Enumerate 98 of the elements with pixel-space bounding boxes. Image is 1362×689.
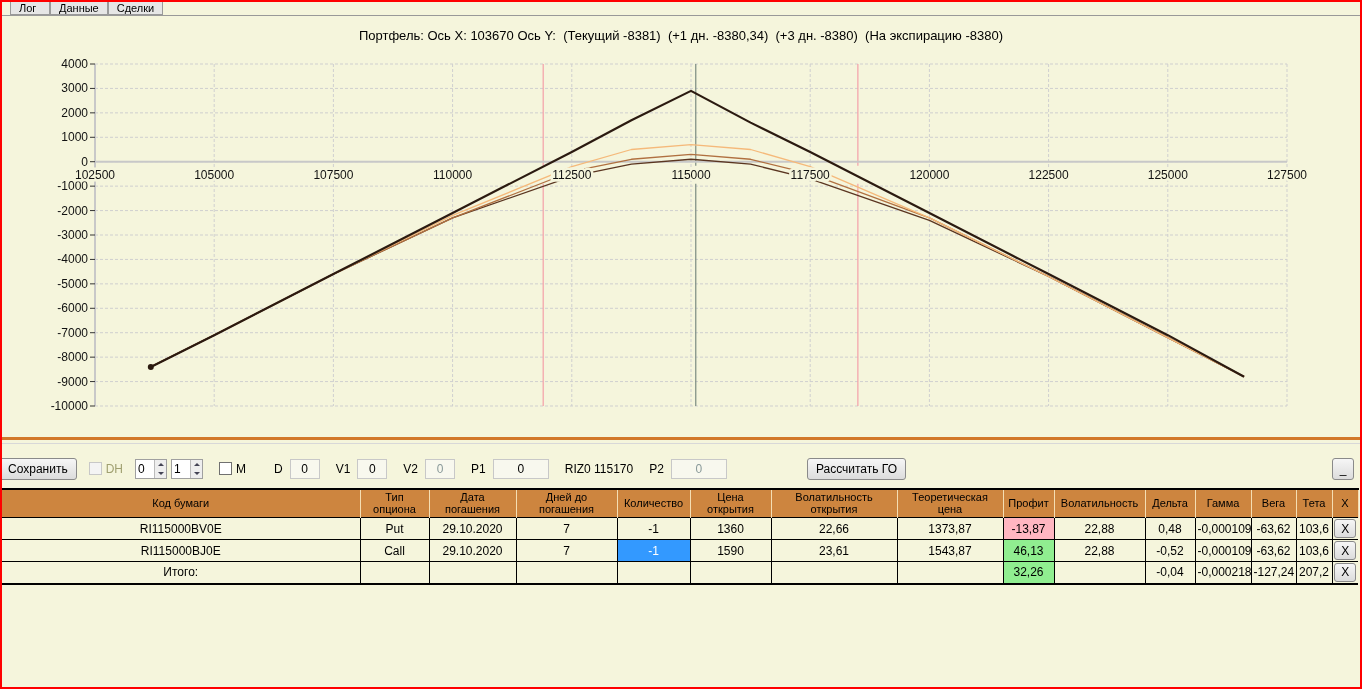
- remove-button[interactable]: X: [1334, 519, 1357, 538]
- x-tick-label: 122500: [1028, 167, 1069, 182]
- y-tick-label: 0: [81, 154, 88, 169]
- table-cell: -1: [617, 517, 690, 540]
- minimize-button[interactable]: _: [1332, 457, 1354, 480]
- table-cell: 103,6: [1296, 517, 1332, 540]
- chart-title: Портфель: Ось X: 103670 Ось Y: (Текущий -8381) (+1 дн. -8380,34) (+3 дн. -8380) (На экспирацию -8380): [358, 27, 1004, 45]
- table-cell: RI115000BJ0E: [2, 539, 360, 562]
- column-header[interactable]: Код бумаги: [2, 488, 360, 518]
- column-header[interactable]: Дельта: [1145, 488, 1195, 518]
- column-header[interactable]: Волатильность: [1054, 488, 1145, 518]
- table-cell: 1590: [690, 539, 771, 562]
- table-cell: 207,2: [1296, 561, 1332, 584]
- instrument-price: RIZ0 115170: [564, 460, 634, 477]
- column-header[interactable]: X: [1332, 488, 1358, 518]
- table-cell: 1543,87: [897, 539, 1003, 562]
- table-cell: RI115000BV0E: [2, 517, 360, 540]
- table-cell: -63,62: [1251, 517, 1296, 540]
- table-cell: 29.10.2020: [429, 539, 516, 562]
- table-cell: -0,52: [1145, 539, 1195, 562]
- y-tick-label: 1000: [61, 129, 88, 144]
- x-tick-label: 107500: [313, 167, 354, 182]
- y-tick-label: -2000: [57, 203, 88, 218]
- column-header[interactable]: Теоретическая цена: [897, 488, 1003, 518]
- table-cell: 7: [516, 517, 617, 540]
- y-tick-label: -10000: [50, 398, 88, 413]
- field-label: V2: [403, 460, 419, 477]
- table-cell: 22,66: [771, 517, 897, 540]
- input-field[interactable]: 0: [492, 458, 549, 479]
- table-cell: Put: [360, 517, 429, 540]
- input-field[interactable]: 0: [357, 458, 388, 479]
- tab[interactable]: Лог: [10, 2, 50, 15]
- table-cell: -127,24: [1251, 561, 1296, 584]
- field-label: P2: [649, 460, 664, 477]
- table-cell: Call: [360, 539, 429, 562]
- y-tick-label: -9000: [57, 374, 88, 389]
- y-tick-label: 4000: [61, 56, 88, 71]
- table-cell: 1360: [690, 517, 771, 540]
- y-tick-label: -7000: [57, 325, 88, 340]
- remove-button[interactable]: X: [1334, 562, 1357, 582]
- field-label: D: [274, 460, 283, 477]
- input-field[interactable]: 0: [289, 458, 320, 479]
- checkbox[interactable]: [219, 462, 232, 475]
- table-cell: 46,13: [1003, 539, 1054, 562]
- column-header[interactable]: Дата погашения: [429, 488, 516, 518]
- x-tick-label: 127500: [1267, 167, 1307, 182]
- y-tick-label: -4000: [57, 251, 88, 266]
- table-cell: 32,26: [1003, 561, 1054, 584]
- x-tick-label: 110000: [433, 167, 473, 182]
- table-cell: Итого:: [2, 561, 360, 584]
- table-cell: 22,88: [1054, 517, 1145, 540]
- table-cell: 23,61: [771, 539, 897, 562]
- spin-arrows-icon[interactable]: [190, 459, 202, 478]
- table-cell: -0,000109: [1195, 539, 1251, 562]
- spin-arrows-icon[interactable]: [154, 459, 166, 478]
- x-tick-label: 125000: [1147, 167, 1188, 182]
- checkbox-label: DH: [105, 460, 123, 477]
- table-cell: -63,62: [1251, 539, 1296, 562]
- spin-box[interactable]: 1: [171, 458, 203, 479]
- table-cell: 1373,87: [897, 517, 1003, 540]
- tab[interactable]: Данные: [50, 2, 108, 15]
- table-cell: 7: [516, 539, 617, 562]
- column-header[interactable]: Профит: [1003, 488, 1054, 518]
- end-point-marker: [147, 363, 154, 370]
- spin-box[interactable]: 0: [135, 458, 167, 479]
- column-header[interactable]: Волатильность открытия: [771, 488, 897, 518]
- x-tick-label: 120000: [909, 167, 950, 182]
- toolbar-button[interactable]: Рассчитать ГО: [806, 457, 907, 480]
- column-header[interactable]: Тета: [1296, 488, 1332, 518]
- table-cell: -0,000218: [1195, 561, 1251, 584]
- column-header[interactable]: Цена открытия: [690, 488, 771, 518]
- table-cell: 103,6: [1296, 539, 1332, 562]
- table-cell: -13,87: [1003, 517, 1054, 540]
- y-tick-label: 3000: [61, 80, 88, 95]
- column-header[interactable]: Количество: [617, 488, 690, 518]
- column-header[interactable]: Гамма: [1195, 488, 1251, 518]
- field-label: V1: [335, 460, 351, 477]
- remove-button[interactable]: X: [1334, 541, 1357, 560]
- table-cell: 29.10.2020: [429, 517, 516, 540]
- checkbox-label: M: [236, 460, 246, 477]
- x-tick-label: 115000: [671, 167, 711, 182]
- field-label: P1: [471, 460, 486, 477]
- table-cell: 0,48: [1145, 517, 1195, 540]
- toolbar-button[interactable]: Сохранить: [2, 457, 77, 480]
- x-tick-label: 105000: [194, 167, 235, 182]
- y-tick-label: 2000: [61, 105, 88, 120]
- table-cell: 22,88: [1054, 539, 1145, 562]
- y-tick-label: -8000: [57, 349, 88, 364]
- y-tick-label: -6000: [57, 300, 88, 315]
- column-header[interactable]: Тип опциона: [360, 488, 429, 518]
- column-header[interactable]: Дней до погашения: [516, 488, 617, 518]
- table-cell: -0,04: [1145, 561, 1195, 584]
- column-header[interactable]: Вега: [1251, 488, 1296, 518]
- table-cell: -1: [617, 539, 690, 562]
- table-cell: -0,000109: [1195, 517, 1251, 540]
- tab[interactable]: Сделки: [107, 2, 164, 15]
- y-tick-label: -5000: [57, 276, 88, 291]
- y-tick-label: -3000: [57, 227, 88, 242]
